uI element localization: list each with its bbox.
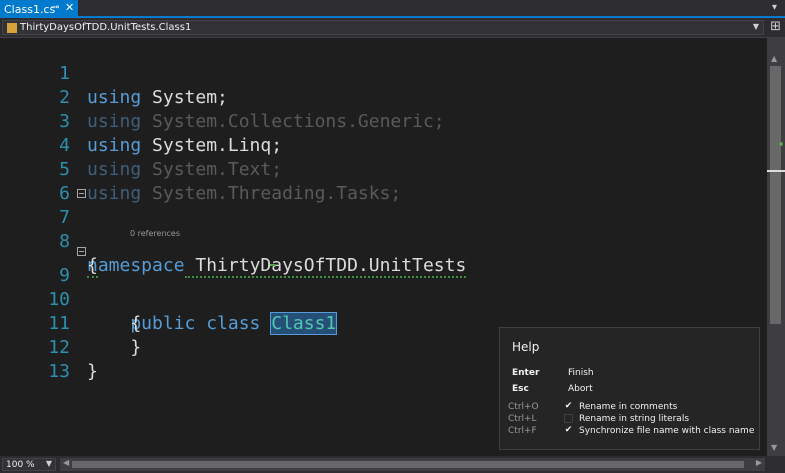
option-shortcut: Ctrl+L — [508, 414, 537, 424]
type-selector-value: ThirtyDaysOfTDD.UnitTests.Class1 — [20, 22, 192, 33]
class-icon — [7, 22, 17, 33]
zoom-level-dropdown[interactable]: 100 % ▼ — [2, 458, 56, 471]
editor-bottom-bar: 100 % ▼ ◀ ▶ — [0, 456, 785, 473]
close-icon[interactable]: ✕ — [65, 1, 74, 14]
code-lens-references[interactable]: 0 references — [130, 229, 180, 238]
option-label: Rename in string literals — [579, 414, 690, 424]
option-label: Synchronize file name with class name — [579, 426, 755, 436]
vertical-scrollbar[interactable]: ▲ ▼ — [767, 38, 785, 456]
code-line: 6 — [0, 158, 767, 204]
scroll-right-icon[interactable]: ▶ — [756, 458, 762, 467]
chevron-down-icon: ▼ — [752, 22, 759, 31]
horizontal-scrollbar[interactable]: ◀ ▶ — [60, 458, 765, 471]
popup-title: Help — [512, 340, 540, 354]
code-line: 9 public class Class1 — [0, 240, 767, 335]
option-shortcut: Ctrl+O — [508, 402, 539, 412]
tab-class1-cs[interactable]: Class1.cs ⊸ ✕ — [0, 0, 78, 18]
scroll-thumb[interactable] — [72, 461, 744, 468]
key-name: Enter — [512, 368, 540, 378]
caret-position-marker — [767, 170, 785, 172]
line-number: 13 — [48, 361, 70, 382]
code-line: 8 { — [0, 206, 767, 278]
code-line: 1 using System; — [0, 38, 767, 108]
option-shortcut: Ctrl+F — [508, 426, 537, 436]
pin-icon[interactable]: ⊸ — [51, 2, 59, 13]
tab-list-dropdown-icon[interactable]: ▾ — [772, 2, 777, 13]
code-line: 7 namespace ThirtyDaysOfTDD.UnitTests — [0, 182, 767, 278]
checkbox-sync-file-name[interactable]: ✔ — [564, 426, 573, 435]
code-line: 3 using System.Linq; — [0, 86, 767, 156]
code-line: 4 using System.Text; — [0, 110, 767, 180]
key-action: Finish — [568, 368, 594, 378]
tab-title: Class1.cs — [4, 2, 56, 16]
collapse-icon[interactable] — [77, 189, 86, 198]
code-line: 11 } — [0, 288, 767, 358]
rename-help-popup: Help Enter Finish Esc Abort Ctrl+O ✔ Ren… — [499, 327, 760, 450]
code-line: 5 using System.Threading.Tasks; — [0, 134, 767, 204]
scroll-thumb[interactable] — [770, 66, 781, 324]
navigation-bar: ThirtyDaysOfTDD.UnitTests.Class1 ▼ — [0, 18, 785, 38]
checkbox-rename-in-comments[interactable]: ✔ — [564, 402, 573, 411]
change-marker — [779, 142, 783, 146]
document-tab-strip: Class1.cs ⊸ ✕ ▾ — [0, 0, 785, 18]
code-line: 10 { — [0, 264, 767, 334]
scroll-up-icon[interactable]: ▲ — [771, 54, 777, 63]
scroll-left-icon[interactable]: ◀ — [63, 458, 69, 467]
split-window-icon[interactable]: ⊞ — [770, 20, 781, 33]
key-name: Esc — [512, 384, 529, 394]
close-brace: } — [87, 361, 98, 382]
option-label: Rename in comments — [579, 402, 678, 412]
type-selector-dropdown[interactable]: ThirtyDaysOfTDD.UnitTests.Class1 ▼ — [2, 20, 764, 35]
key-action: Abort — [568, 384, 593, 394]
checkbox-rename-in-strings[interactable] — [564, 414, 573, 423]
zoom-level-value: 100 % — [6, 459, 35, 470]
collapse-icon[interactable] — [77, 247, 86, 256]
code-line: 2 using System.Collections.Generic; — [0, 62, 767, 132]
chevron-down-icon: ▼ — [45, 459, 52, 468]
scroll-down-icon[interactable]: ▼ — [771, 443, 777, 452]
